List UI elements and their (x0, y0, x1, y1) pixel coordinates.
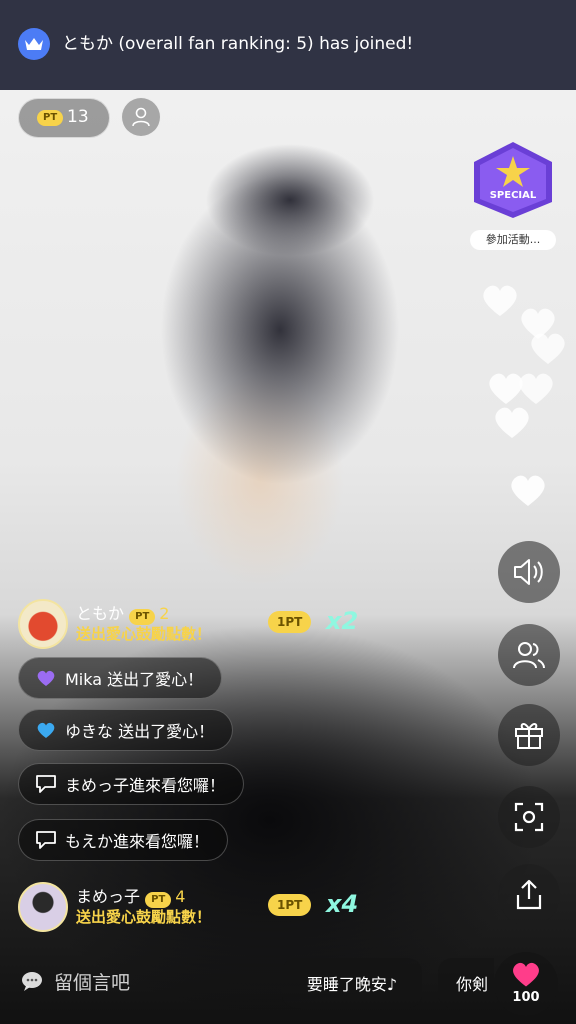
like-count: 100 (512, 990, 540, 1005)
support-message: ともか PT 2 送出愛心鼓勵點數！ 1PT x2 (18, 599, 358, 649)
user-icon (132, 107, 150, 127)
like-button[interactable]: 100 (494, 952, 558, 1016)
gift-button[interactable] (498, 704, 560, 766)
quick-reply-text: 要睡了晚安♪ (306, 975, 398, 994)
blue-heart-icon (35, 719, 57, 741)
pt-badge: PT (37, 110, 64, 126)
support-count: 4 (175, 887, 186, 906)
comment-item: まめっ子進來看您囉！ (18, 763, 245, 805)
camera-icon (514, 802, 544, 832)
point-pill: 1PT (268, 611, 312, 633)
avatar[interactable] (18, 882, 68, 932)
comment-input-placeholder: 留個言吧 (54, 971, 131, 994)
gift-icon (515, 723, 543, 749)
points-value: 13 (67, 107, 89, 127)
comment-item: Mika 送出了愛心！ (18, 657, 223, 699)
floating-heart-icon (511, 475, 545, 506)
point-pill: 1PT (268, 894, 312, 916)
chat-icon (35, 773, 57, 795)
support-action: 送出愛心鼓勵點數！ (76, 908, 212, 926)
viewers-icon (513, 642, 545, 669)
support-count: 2 (159, 604, 170, 623)
floating-heart-icon (483, 285, 517, 316)
floating-heart-icon (519, 373, 553, 404)
live-stream-view: ともか (overall fan ranking: 5) has joined!… (0, 0, 576, 1024)
quick-reply-text: 你剣 (456, 975, 489, 994)
points-pill[interactable]: PT 13 (18, 98, 110, 138)
viewers-button[interactable] (498, 624, 560, 686)
sound-icon (514, 559, 543, 585)
chat-icon (35, 829, 57, 851)
support-action: 送出愛心鼓勵點數！ (76, 625, 212, 643)
point-multiplier: x4 (326, 890, 359, 918)
comment-input[interactable]: 留個言吧 (14, 956, 274, 1006)
comment-text: Mika 送出了愛心！ (65, 670, 204, 689)
support-username[interactable]: ともか (76, 604, 124, 623)
notification-text: ともか (overall fan ranking: 5) has joined! (62, 34, 414, 54)
comment-text: もえか進來看您囉！ (65, 832, 210, 851)
comment-text: ゆきな 送出了愛心！ (65, 722, 215, 741)
support-username[interactable]: まめっ子 (76, 887, 140, 906)
purple-heart-icon (35, 667, 57, 689)
heart-icon (513, 962, 539, 987)
speech-bubble-icon (22, 972, 42, 991)
floating-heart-icon (495, 407, 529, 438)
floating-heart-icon (531, 333, 565, 364)
quick-reply-chip[interactable]: 你剣 (438, 958, 494, 1008)
special-event-badge[interactable]: SPECIAL 參加活動... (470, 140, 556, 250)
special-hexagon-icon (474, 142, 552, 218)
share-button[interactable] (498, 864, 560, 926)
crown-icon (18, 28, 50, 60)
bottom-bar: 留個言吧 要睡了晚安♪ 你剣 100 (0, 940, 576, 1024)
support-message: まめっ子 PT 4 送出愛心鼓勵點數！ 1PT x4 (18, 882, 358, 932)
share-icon (516, 879, 542, 910)
screenshot-button[interactable] (498, 786, 560, 848)
sound-button[interactable] (498, 541, 560, 603)
profile-button[interactable] (121, 97, 161, 137)
comment-item: もえか進來看您囉！ (18, 819, 229, 861)
comment-item: ゆきな 送出了愛心！ (18, 709, 234, 751)
avatar[interactable] (18, 599, 68, 649)
point-multiplier: x2 (326, 607, 359, 635)
quick-reply-chip[interactable]: 要睡了晚安♪ (282, 958, 422, 1008)
join-notification: ともか (overall fan ranking: 5) has joined! (0, 0, 576, 90)
event-label: 參加活動... (470, 230, 556, 250)
special-badge-text: SPECIAL (489, 190, 537, 201)
comment-text: まめっ子進來看您囉！ (65, 776, 226, 795)
